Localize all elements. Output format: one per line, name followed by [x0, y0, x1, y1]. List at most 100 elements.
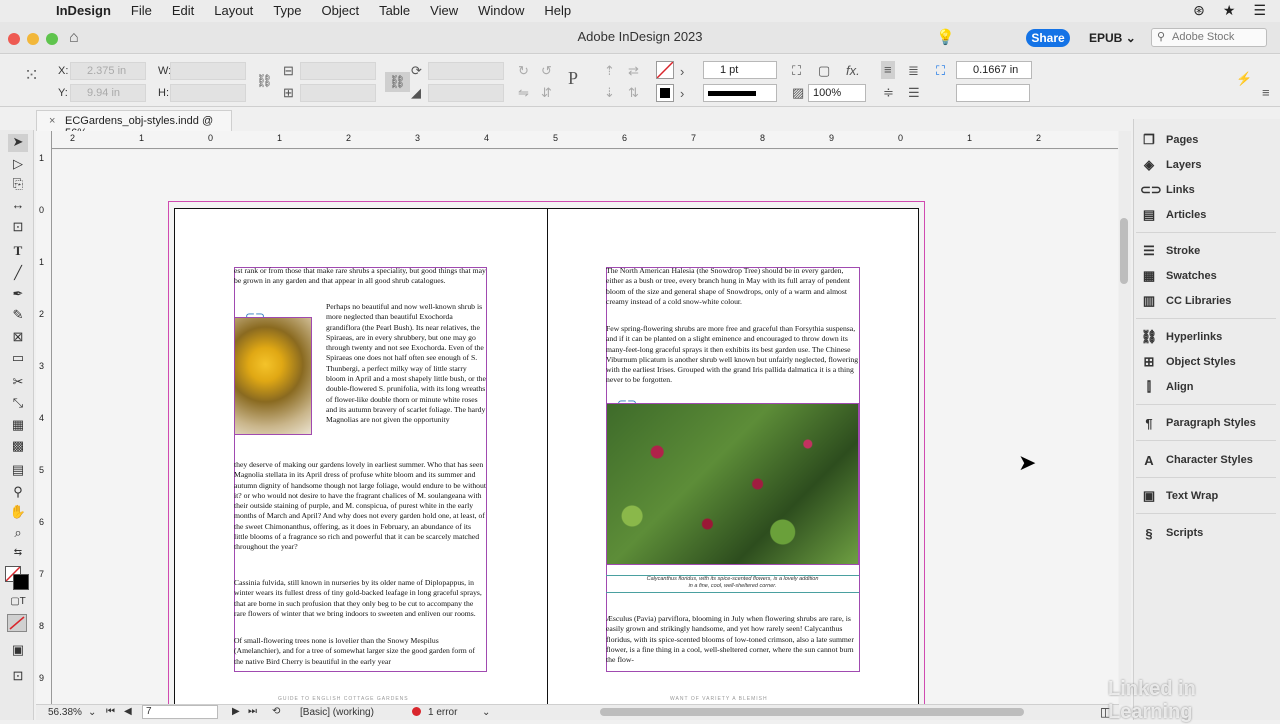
pencil-tool-icon[interactable]: ✎ — [8, 307, 28, 325]
next-page-icon[interactable]: ▶ — [232, 706, 240, 717]
panel-cc-libraries[interactable]: ▥ CC Libraries — [1140, 290, 1232, 312]
justify-icon[interactable]: ☰ — [908, 85, 920, 101]
constrain-proportions-icon[interactable]: ⛓ — [256, 73, 273, 89]
horizontal-scroll-thumb[interactable] — [600, 708, 1024, 716]
panel-links[interactable]: ⊂⊃ Links — [1140, 179, 1195, 201]
zoom-window-button[interactable] — [46, 33, 58, 45]
apply-none-icon[interactable] — [7, 614, 27, 632]
auto-fit-icon[interactable]: ⛶ — [936, 63, 945, 79]
distribute-icon[interactable]: ≑ — [883, 85, 894, 101]
document-canvas[interactable]: est rank or from those that make rare sh… — [52, 150, 1118, 704]
menu-help[interactable]: Help — [534, 0, 581, 22]
preview-mode-icon[interactable]: ⊡ — [8, 668, 28, 686]
constrain-scale-icon[interactable]: ⛓ — [385, 72, 410, 92]
free-transform-tool-icon[interactable]: ⤡ — [8, 395, 28, 413]
select-previous-icon[interactable]: ⇄ — [628, 63, 639, 79]
panel-hyperlinks[interactable]: ⛓ Hyperlinks — [1140, 326, 1223, 348]
star-icon[interactable]: ★ — [1223, 2, 1236, 19]
close-window-button[interactable] — [8, 33, 20, 45]
menu-layout[interactable]: Layout — [204, 0, 263, 22]
stroke-swatch-icon[interactable] — [13, 574, 29, 590]
selection-tool-icon[interactable]: ➤ — [8, 134, 28, 152]
gradient-swatch-tool-icon[interactable]: ▦ — [8, 417, 28, 435]
previous-page-icon[interactable]: ◀ — [124, 706, 132, 717]
pen-tool-icon[interactable]: ✒ — [8, 286, 28, 304]
select-content-icon[interactable]: ⇣ — [604, 85, 615, 101]
panel-articles[interactable]: ▤ Articles — [1140, 204, 1207, 226]
rotate-cw-icon[interactable]: ↻ — [518, 63, 529, 79]
select-next-icon[interactable]: ⇅ — [628, 85, 639, 101]
document-tab[interactable]: ×ECGardens_obj-styles.indd @ 56% — [36, 110, 232, 139]
app-menu[interactable]: InDesign — [46, 0, 121, 22]
menu-table[interactable]: Table — [369, 0, 420, 22]
content-collector-icon[interactable]: ⊡ — [8, 219, 28, 237]
control-center-icon[interactable]: ☰ — [1253, 2, 1266, 19]
vertical-scrollbar[interactable] — [1119, 131, 1131, 705]
last-page-icon[interactable]: ⏭ — [248, 706, 257, 717]
frame-fitting-icon[interactable]: ⛶ — [792, 63, 801, 79]
object-style-select[interactable] — [956, 84, 1030, 102]
rotate-ccw-icon[interactable]: ↺ — [541, 63, 552, 79]
shear-field[interactable] — [428, 84, 504, 102]
menu-type[interactable]: Type — [263, 0, 311, 22]
close-tab-icon[interactable]: × — [49, 115, 55, 127]
panel-object-styles[interactable]: ⊞ Object Styles — [1140, 351, 1236, 373]
vertical-scroll-thumb[interactable] — [1120, 218, 1128, 284]
formatting-container-icon[interactable]: ▢T — [8, 596, 28, 614]
x-position-field[interactable]: 2.375 in — [70, 62, 146, 80]
minimize-window-button[interactable] — [27, 33, 39, 45]
flip-vertical-icon[interactable]: ⇵ — [541, 85, 552, 101]
paragraph-p-icon[interactable]: P — [568, 69, 578, 87]
document-history-icon[interactable]: ⟲ — [272, 706, 280, 717]
scale-y-field[interactable] — [300, 84, 376, 102]
home-icon[interactable]: ⌂ — [69, 30, 79, 46]
creative-cloud-icon[interactable]: ⊛ — [1193, 2, 1205, 19]
preflight-profile[interactable]: [Basic] (working) — [300, 707, 374, 718]
scissors-tool-icon[interactable]: ✂ — [8, 374, 28, 392]
lightbulb-icon[interactable]: 💡 — [936, 30, 955, 46]
panel-pages[interactable]: ❐ Pages — [1140, 129, 1198, 151]
panel-paragraph-styles[interactable]: ¶ Paragraph Styles — [1140, 412, 1256, 434]
stroke-swatch[interactable] — [656, 84, 674, 102]
panel-text-wrap[interactable]: ▣ Text Wrap — [1140, 485, 1218, 507]
panel-scripts[interactable]: § Scripts — [1140, 522, 1203, 544]
scale-x-field[interactable] — [300, 62, 376, 80]
preflight-chevron-icon[interactable]: ⌄ — [482, 707, 490, 718]
select-container-icon[interactable]: ⇡ — [604, 63, 615, 79]
calycanthus-image[interactable] — [606, 403, 859, 565]
eyedropper-tool-icon[interactable]: ⚲ — [8, 484, 28, 502]
stroke-weight-field[interactable]: 1 pt — [703, 61, 777, 79]
default-colors-icon[interactable]: ⇆ — [8, 547, 28, 565]
effects-fx-icon[interactable]: fx. — [846, 63, 860, 79]
menu-window[interactable]: Window — [468, 0, 534, 22]
zoom-tool-icon[interactable]: ⌕ — [8, 525, 28, 543]
menu-view[interactable]: View — [420, 0, 468, 22]
offset-field[interactable]: 0.1667 in — [956, 61, 1032, 79]
opacity-field[interactable]: 100% — [808, 84, 866, 102]
rectangle-frame-tool-icon[interactable]: ⊠ — [8, 329, 28, 347]
fit-frame-icon[interactable]: ▢ — [818, 63, 830, 79]
note-tool-icon[interactable]: ▤ — [8, 462, 28, 480]
fill-menu-chevron-icon[interactable]: › — [680, 64, 684, 80]
hand-tool-icon[interactable]: ✋ — [8, 504, 28, 522]
menu-file[interactable]: File — [121, 0, 162, 22]
panel-swatches[interactable]: ▦ Swatches — [1140, 265, 1217, 287]
y-position-field[interactable]: 9.94 in — [70, 84, 146, 102]
align-center-icon[interactable]: ≣ — [908, 63, 919, 79]
share-button[interactable]: Share — [1026, 29, 1070, 47]
line-tool-icon[interactable]: ╱ — [8, 265, 28, 283]
panel-character-styles[interactable]: A Character Styles — [1140, 449, 1253, 471]
zoom-chevron-icon[interactable]: ⌄ — [88, 707, 96, 718]
zoom-level[interactable]: 56.38% — [48, 707, 82, 718]
quick-actions-icon[interactable]: ⚡ — [1236, 71, 1252, 87]
panel-layers[interactable]: ◈ Layers — [1140, 154, 1201, 176]
screen-mode-icon[interactable]: ▣ — [8, 642, 28, 660]
panel-stroke[interactable]: ☰ Stroke — [1140, 240, 1200, 262]
control-panel-menu-icon[interactable]: ≡ — [1262, 85, 1270, 101]
height-field[interactable] — [170, 84, 246, 102]
stroke-menu-chevron-icon[interactable]: › — [680, 86, 684, 102]
adobe-stock-search[interactable]: ⚲ Adobe Stock — [1151, 28, 1267, 47]
menu-edit[interactable]: Edit — [162, 0, 204, 22]
panel-align[interactable]: ⫿ Align — [1140, 376, 1194, 398]
workspace-switcher[interactable]: EPUB ⌄ — [1089, 31, 1136, 45]
